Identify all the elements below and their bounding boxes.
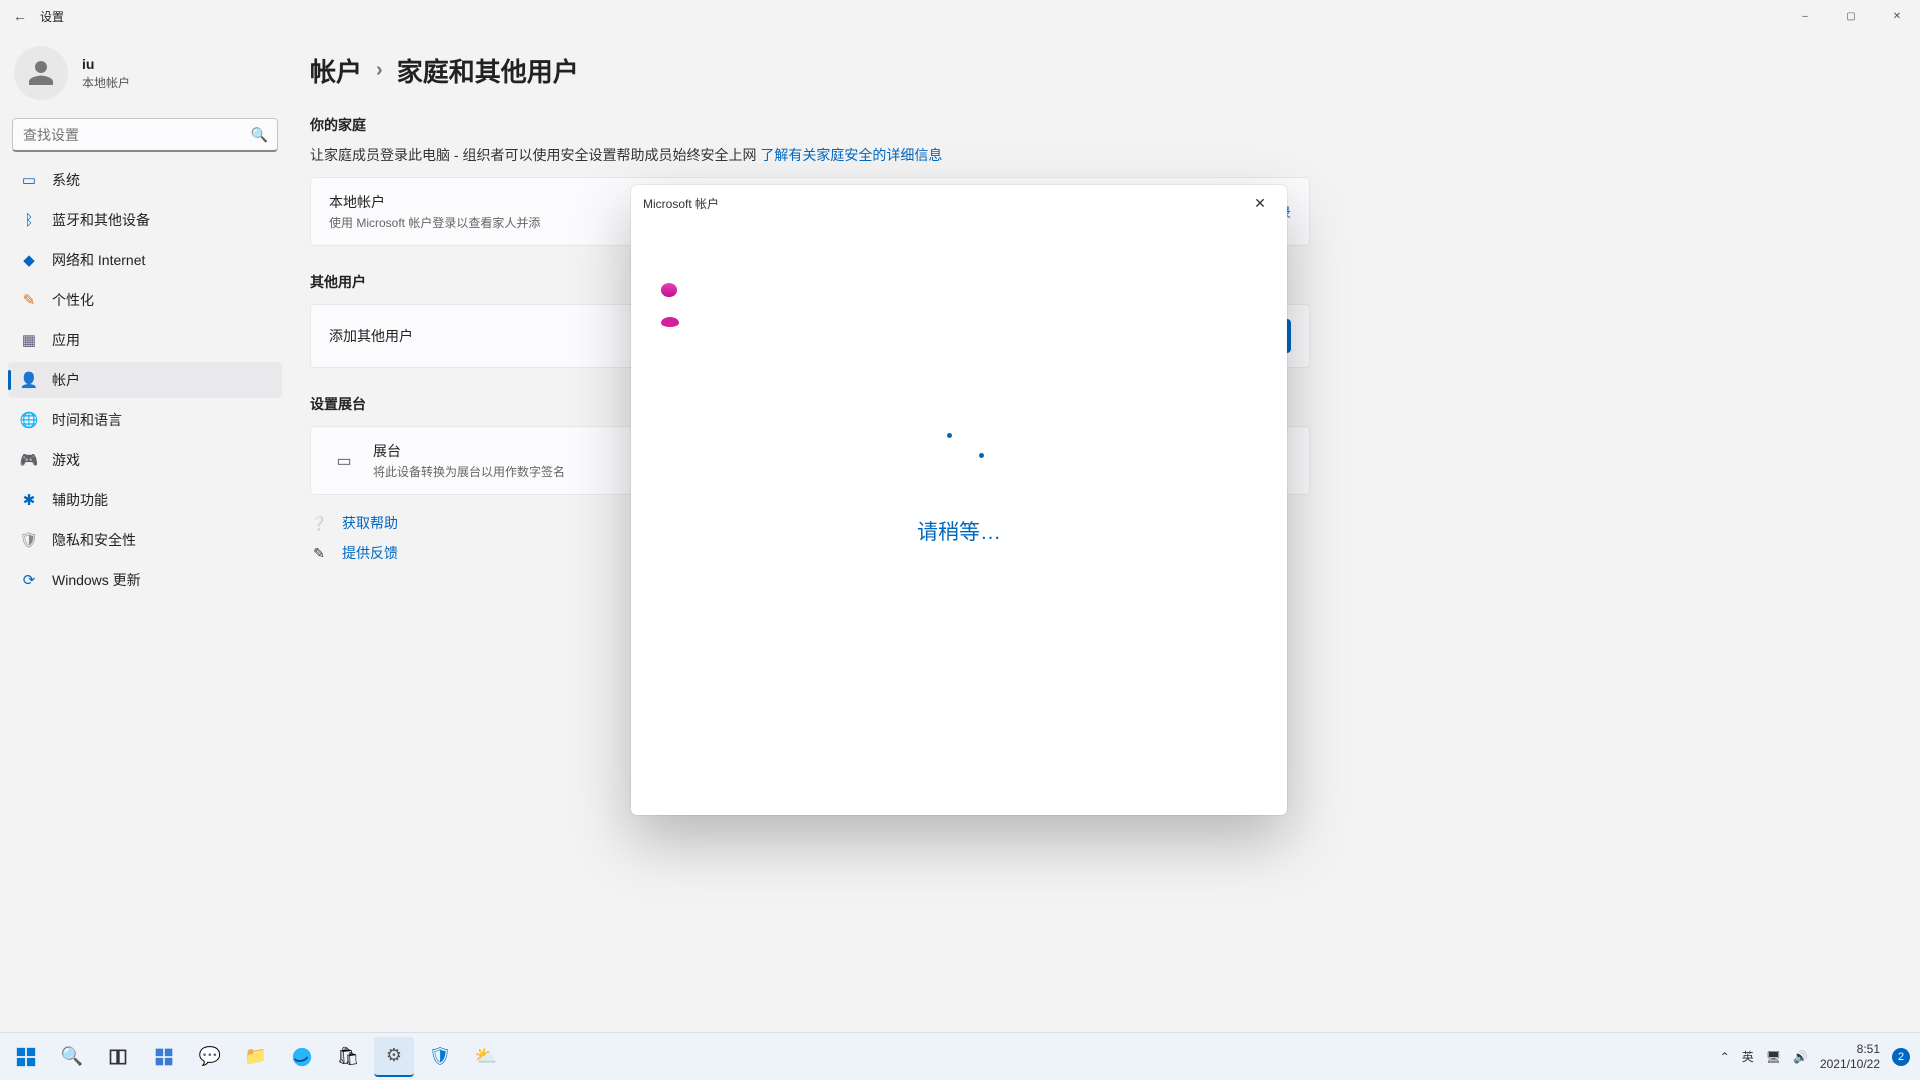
family-card-sub: 使用 Microsoft 帐户登录以查看家人并添 bbox=[329, 214, 540, 231]
accessibility-icon: ✱ bbox=[20, 491, 38, 509]
start-button[interactable] bbox=[6, 1037, 46, 1077]
sidebar-item-apps[interactable]: ▦ 应用 bbox=[8, 322, 282, 358]
family-description: 让家庭成员登录此电脑 - 组织者可以使用安全设置帮助成员始终安全上网 了解有关家… bbox=[310, 145, 1880, 165]
gamepad-icon: 🎮 bbox=[20, 451, 38, 469]
taskbar-explorer-button[interactable]: 📁 bbox=[236, 1037, 276, 1077]
profile-block[interactable]: iu 本地帐户 bbox=[8, 40, 282, 110]
user-icon: 👤 bbox=[20, 371, 38, 389]
sidebar-item-network[interactable]: ◆ 网络和 Internet bbox=[8, 242, 282, 278]
bluetooth-icon: ᛒ bbox=[20, 211, 38, 229]
minimize-button[interactable]: – bbox=[1782, 0, 1828, 32]
window-title: 设置 bbox=[40, 8, 64, 25]
profile-sub: 本地帐户 bbox=[82, 74, 130, 91]
feedback-link[interactable]: 提供反馈 bbox=[342, 543, 398, 563]
kiosk-icon: ▭ bbox=[329, 451, 359, 471]
sidebar-item-time-language[interactable]: 🌐 时间和语言 bbox=[8, 402, 282, 438]
taskbar-edge-button[interactable] bbox=[282, 1037, 322, 1077]
ime-indicator[interactable]: 英 bbox=[1742, 1048, 1754, 1065]
sidebar-item-privacy[interactable]: 🛡 隐私和安全性 bbox=[8, 522, 282, 558]
sidebar-item-label: 网络和 Internet bbox=[52, 250, 145, 270]
titlebar: ← 设置 – ▢ ✕ bbox=[0, 0, 1920, 32]
kiosk-card-title: 展台 bbox=[373, 441, 565, 461]
sidebar-item-personalization[interactable]: ✎ 个性化 bbox=[8, 282, 282, 318]
profile-name: iu bbox=[82, 56, 130, 72]
back-button[interactable]: ← bbox=[0, 8, 40, 24]
tray-volume-icon[interactable]: 🔊 bbox=[1793, 1050, 1808, 1064]
tray-chevron-up-icon[interactable]: ⌃ bbox=[1720, 1050, 1730, 1064]
taskbar-settings-button[interactable]: ⚙ bbox=[374, 1037, 414, 1077]
breadcrumb: 帐户 › 家庭和其他用户 bbox=[310, 52, 1880, 89]
tray-network-icon[interactable]: 🖥 bbox=[1766, 1050, 1781, 1064]
sidebar-item-label: 时间和语言 bbox=[52, 410, 122, 430]
shield-icon: 🛡 bbox=[20, 531, 38, 549]
sidebar-item-label: 辅助功能 bbox=[52, 490, 108, 510]
clock-time: 8:51 bbox=[1820, 1042, 1880, 1056]
apps-icon: ▦ bbox=[20, 331, 38, 349]
sidebar-item-system[interactable]: ▭ 系统 bbox=[8, 162, 282, 198]
search-input[interactable] bbox=[12, 118, 278, 152]
taskbar-search-button[interactable]: 🔍 bbox=[52, 1037, 92, 1077]
chevron-right-icon: › bbox=[376, 59, 383, 82]
taskbar-chat-button[interactable]: 💬 bbox=[190, 1037, 230, 1077]
system-icon: ▭ bbox=[20, 171, 38, 189]
taskbar-store-button[interactable]: 🛍 bbox=[328, 1037, 368, 1077]
sidebar-item-gaming[interactable]: 🎮 游戏 bbox=[8, 442, 282, 478]
help-icon: ❔ bbox=[310, 515, 328, 532]
sidebar: iu 本地帐户 🔍 ▭ 系统 ᛒ 蓝牙和其他设备 ◆ 网络和 Internet … bbox=[0, 32, 290, 841]
loading-spinner bbox=[899, 431, 1019, 461]
modal-close-button[interactable]: ✕ bbox=[1245, 195, 1275, 212]
microsoft-account-modal: Microsoft 帐户 ✕ 请稍等… bbox=[631, 185, 1287, 815]
family-card-title: 本地帐户 bbox=[329, 192, 540, 212]
modal-titlebar: Microsoft 帐户 ✕ bbox=[631, 185, 1287, 221]
taskbar: 🔍 💬 📁 🛍 ⚙ 🛡 ⛅ ⌃ 英 🖥 🔊 8:51 2021/10/22 2 bbox=[0, 1032, 1920, 1080]
sidebar-item-label: 个性化 bbox=[52, 290, 94, 310]
sidebar-item-bluetooth[interactable]: ᛒ 蓝牙和其他设备 bbox=[8, 202, 282, 238]
brush-icon: ✎ bbox=[20, 291, 38, 309]
breadcrumb-parent[interactable]: 帐户 bbox=[310, 52, 362, 89]
taskbar-security-button[interactable]: 🛡 bbox=[420, 1037, 460, 1077]
feedback-icon: ✎ bbox=[310, 545, 328, 562]
sidebar-item-accounts[interactable]: 👤 帐户 bbox=[8, 362, 282, 398]
modal-body: 请稍等… bbox=[631, 221, 1287, 815]
sidebar-item-label: 应用 bbox=[52, 330, 80, 350]
add-other-user-title: 添加其他用户 bbox=[329, 326, 413, 346]
loading-graphic-icon bbox=[661, 317, 679, 327]
get-help-link[interactable]: 获取帮助 bbox=[342, 513, 398, 533]
taskbar-weather-button[interactable]: ⛅ bbox=[466, 1037, 506, 1077]
sidebar-item-label: 帐户 bbox=[52, 370, 80, 390]
family-safety-link[interactable]: 了解有关家庭安全的详细信息 bbox=[760, 147, 942, 163]
avatar-icon bbox=[14, 46, 68, 100]
kiosk-card-sub: 将此设备转换为展台以用作数字签名 bbox=[373, 463, 565, 480]
close-button[interactable]: ✕ bbox=[1874, 0, 1920, 32]
sidebar-item-label: 蓝牙和其他设备 bbox=[52, 210, 150, 230]
wifi-icon: ◆ bbox=[20, 251, 38, 269]
sidebar-item-label: Windows 更新 bbox=[52, 570, 141, 590]
sidebar-nav: ▭ 系统 ᛒ 蓝牙和其他设备 ◆ 网络和 Internet ✎ 个性化 ▦ 应用… bbox=[8, 162, 282, 598]
notification-badge[interactable]: 2 bbox=[1892, 1048, 1910, 1066]
loading-graphic-icon bbox=[661, 283, 677, 297]
sidebar-item-label: 系统 bbox=[52, 170, 80, 190]
sidebar-item-label: 隐私和安全性 bbox=[52, 530, 136, 550]
search-icon: 🔍 bbox=[251, 127, 268, 144]
update-icon: ⟳ bbox=[20, 571, 38, 589]
clock-date: 2021/10/22 bbox=[1820, 1057, 1880, 1071]
maximize-button[interactable]: ▢ bbox=[1828, 0, 1874, 32]
family-desc-text: 让家庭成员登录此电脑 - 组织者可以使用安全设置帮助成员始终安全上网 bbox=[310, 147, 756, 163]
taskview-button[interactable] bbox=[98, 1037, 138, 1077]
modal-title: Microsoft 帐户 bbox=[643, 195, 719, 212]
sidebar-item-accessibility[interactable]: ✱ 辅助功能 bbox=[8, 482, 282, 518]
sidebar-item-label: 游戏 bbox=[52, 450, 80, 470]
sidebar-item-update[interactable]: ⟳ Windows 更新 bbox=[8, 562, 282, 598]
breadcrumb-current: 家庭和其他用户 bbox=[397, 52, 579, 89]
globe-icon: 🌐 bbox=[20, 411, 38, 429]
widgets-button[interactable] bbox=[144, 1037, 184, 1077]
section-heading-family: 你的家庭 bbox=[310, 115, 1880, 135]
loading-text: 请稍等… bbox=[917, 516, 1001, 546]
taskbar-clock[interactable]: 8:51 2021/10/22 bbox=[1820, 1042, 1880, 1071]
search-box[interactable]: 🔍 bbox=[12, 118, 278, 152]
